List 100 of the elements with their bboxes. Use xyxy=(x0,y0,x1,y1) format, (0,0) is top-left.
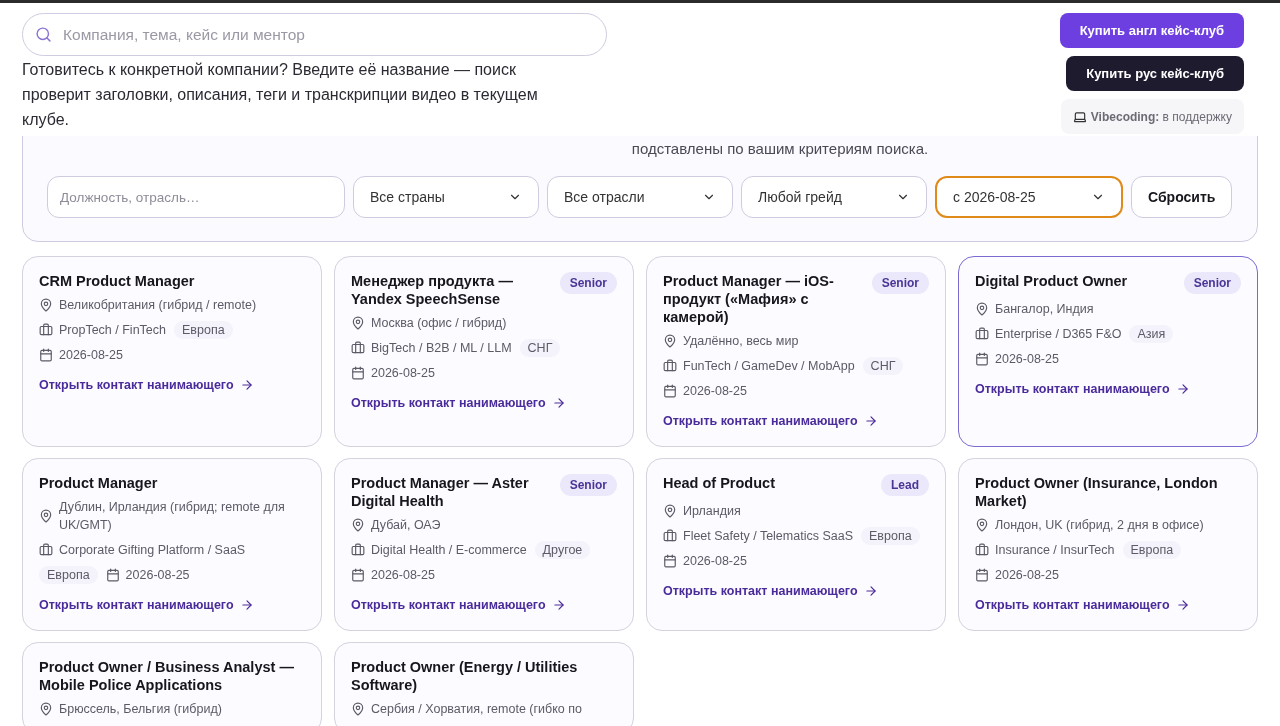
region-tag: Европа xyxy=(861,526,920,545)
job-location: Удалённо, весь мир xyxy=(683,333,799,350)
location-pin-icon xyxy=(351,701,365,716)
job-location: Москва (офис / гибрид) xyxy=(371,315,507,332)
job-industry: BigTech / B2B / ML / LLM xyxy=(371,340,512,357)
job-location: Бангалор, Индия xyxy=(995,301,1094,318)
location-pin-icon xyxy=(351,517,365,532)
location-pin-icon xyxy=(39,701,53,716)
region-tag: Азия xyxy=(1129,325,1174,343)
job-card[interactable]: Product Manager Дублин, Ирландия (гибрид; remote для UK/GMT) Corporate Gifting Platform / SaaS Европа 2026-08-25 Открыть контакт нанимающего xyxy=(22,457,322,631)
job-date: 2026-08-25 xyxy=(371,365,435,382)
location-pin-icon xyxy=(975,302,989,316)
job-industry: Fleet Safety / Telematics SaaS xyxy=(683,527,853,545)
job-title: Product Owner (Insurance, London Market) xyxy=(975,473,1219,510)
briefcase-icon xyxy=(39,542,53,557)
location-pin-icon xyxy=(663,334,677,348)
search-field[interactable]: Компания, тема, кейс или ментор xyxy=(22,13,607,56)
job-title: CRM Product Manager xyxy=(39,272,195,290)
grade-tag: Lead xyxy=(881,473,929,496)
briefcase-icon xyxy=(351,542,365,557)
region-tag: Европа xyxy=(174,321,233,339)
calendar-icon xyxy=(663,384,677,398)
briefcase-icon xyxy=(663,528,677,543)
job-date: 2026-08-25 xyxy=(683,383,747,400)
briefcase-icon xyxy=(39,323,53,337)
job-location: Сербия / Хорватия, remote (гибко по xyxy=(371,700,582,718)
briefcase-icon xyxy=(975,542,989,557)
calendar-icon xyxy=(663,553,677,568)
reset-button[interactable]: Сбросить xyxy=(1131,176,1233,218)
job-date: 2026-08-25 xyxy=(371,566,435,584)
grade-tag: Senior xyxy=(559,272,617,294)
filter-select[interactable]: с 2026-08-25 xyxy=(935,176,1123,218)
job-location: Великобритания (гибрид / remote) xyxy=(59,297,257,314)
filter-select[interactable]: Любой грейд xyxy=(741,176,927,218)
calendar-icon xyxy=(351,366,365,380)
calendar-icon xyxy=(351,567,365,582)
job-industry: FunTech / GameDev / MobApp xyxy=(683,358,855,375)
calendar-icon xyxy=(975,352,989,366)
buy-club-button[interactable]: Купить англ кейс-клуб xyxy=(1059,13,1244,48)
job-title: Product Owner (Energy / Utilities Software) xyxy=(351,657,579,694)
support-chip[interactable]: Vibecoding: в поддержку xyxy=(1060,99,1244,134)
location-pin-icon xyxy=(39,298,53,312)
open-contact-link[interactable]: Открыть контакт нанимающего xyxy=(39,595,305,615)
job-card[interactable]: Head of Product Lead Ирландия Fleet Safety / Telematics SaaS Европа 2026-08-25 Открыть контакт нанимающего xyxy=(646,457,946,631)
region-tag: СНГ xyxy=(862,357,904,375)
calendar-icon xyxy=(39,348,53,362)
job-industry: Enterprise / D365 F&O xyxy=(995,326,1122,343)
region-tag: Европа xyxy=(39,565,98,584)
job-industry: Digital Health / E-commerce xyxy=(371,541,527,559)
job-title: Product Owner / Business Analyst — Mobile Police Applications xyxy=(39,657,295,694)
job-location: Дублин, Ирландия (гибрид; remote для UK/GMT) xyxy=(59,498,286,534)
job-card[interactable]: CRM Product Manager Великобритания (гибрид / remote) PropTech / FinTech Европа 2026-08-25 Открыть контакт нанимающего xyxy=(22,256,322,447)
job-title: Product Manager xyxy=(39,473,158,492)
grade-tag: Senior xyxy=(871,272,929,294)
open-contact-link[interactable]: Открыть контакт нанимающего xyxy=(975,380,1241,399)
open-contact-link[interactable]: Открыть контакт нанимающего xyxy=(351,394,617,413)
job-card[interactable]: Product Owner (Energy / Utilities Software) Сербия / Хорватия, remote (гибко по xyxy=(334,641,634,726)
open-contact-link[interactable]: Открыть контакт нанимающего xyxy=(663,581,929,601)
search-icon xyxy=(35,26,52,43)
grade-tag: Senior xyxy=(559,473,617,496)
job-date: 2026-08-25 xyxy=(995,566,1059,584)
job-card[interactable]: Product Owner (Insurance, London Market) Лондон, UK (гибрид, 2 дня в офисе) Insurance / InsurTech Европа 2026-08-25 Открыть контакт нанимающего xyxy=(958,457,1258,631)
job-card[interactable]: Product Manager — iOS-продукт («Мафия» с камерой) Senior Удалённо, весь мир FunTech / GameDev / MobApp СНГ 2026-08-25 Открыть контакт нанимающего xyxy=(646,256,946,447)
region-tag: Другое xyxy=(534,540,591,559)
job-industry: PropTech / FinTech xyxy=(59,322,166,339)
job-card[interactable]: Product Owner / Business Analyst — Mobile Police Applications Брюссель, Бельгия (гибрид) xyxy=(22,641,322,726)
region-tag: Европа xyxy=(1122,540,1182,559)
job-location: Дубай, ОАЭ xyxy=(371,516,441,534)
job-date: 2026-08-25 xyxy=(995,351,1059,368)
buy-club-button[interactable]: Купить рус кейс-клуб xyxy=(1066,56,1244,91)
job-industry: Insurance / InsurTech xyxy=(995,541,1115,559)
open-contact-link[interactable]: Открыть контакт нанимающего xyxy=(351,595,617,615)
filter-note: подставлены по вашим критериям поиска. xyxy=(631,140,929,157)
job-location: Ирландия xyxy=(683,502,741,520)
open-contact-link[interactable]: Открыть контакт нанимающего xyxy=(975,595,1241,615)
briefcase-icon xyxy=(663,359,677,373)
job-location: Лондон, UK (гибрид, 2 дня в офисе) xyxy=(995,516,1204,534)
job-date: 2026-08-25 xyxy=(59,347,123,364)
job-card[interactable]: Менеджер продукта — Yandex SpeechSense Senior Москва (офис / гибрид) BigTech / B2B / ML / LLM СНГ 2026-08-25 Открыть контакт нанимающего xyxy=(334,256,634,447)
briefcase-icon xyxy=(351,341,365,355)
open-contact-link[interactable]: Открыть контакт нанимающего xyxy=(663,412,929,431)
grade-tag: Senior xyxy=(1183,272,1241,294)
job-title: Product Manager — iOS-продукт («Мафия» с камерой) xyxy=(663,272,835,326)
calendar-icon xyxy=(975,567,989,582)
filter-select[interactable]: Все страны xyxy=(353,176,539,218)
job-title: Digital Product Owner xyxy=(975,272,1128,290)
job-title: Head of Product xyxy=(663,473,775,492)
support-text: Vibecoding: в поддержку xyxy=(1090,108,1232,126)
job-date: 2026-08-25 xyxy=(683,552,747,570)
job-card[interactable]: Product Manager — Aster Digital Health Senior Дубай, ОАЭ Digital Health / E-commerce Другое 2026-08-25 Открыть контакт нанимающего xyxy=(334,457,634,631)
job-title: Менеджер продукта — Yandex SpeechSense xyxy=(351,272,514,308)
job-location: Брюссель, Бельгия (гибрид) xyxy=(59,700,222,718)
job-industry: Corporate Gifting Platform / SaaS xyxy=(59,541,246,559)
filter-select[interactable]: Все отрасли xyxy=(547,176,733,218)
keyword-field[interactable]: Должность, отрасль… xyxy=(47,176,345,218)
job-card[interactable]: Digital Product Owner Senior Бангалор, Индия Enterprise / D365 F&O Азия 2026-08-25 Открыть контакт нанимающего xyxy=(958,256,1258,447)
job-title: Product Manager — Aster Digital Health xyxy=(351,473,530,510)
briefcase-icon xyxy=(975,327,989,341)
open-contact-link[interactable]: Открыть контакт нанимающего xyxy=(39,376,305,395)
search-hint: Готовитесь к конкретной компании? Введите её название — поиск проверит заголовки, описания, теги и транскрипции видео в текущем клубе. xyxy=(22,60,539,130)
